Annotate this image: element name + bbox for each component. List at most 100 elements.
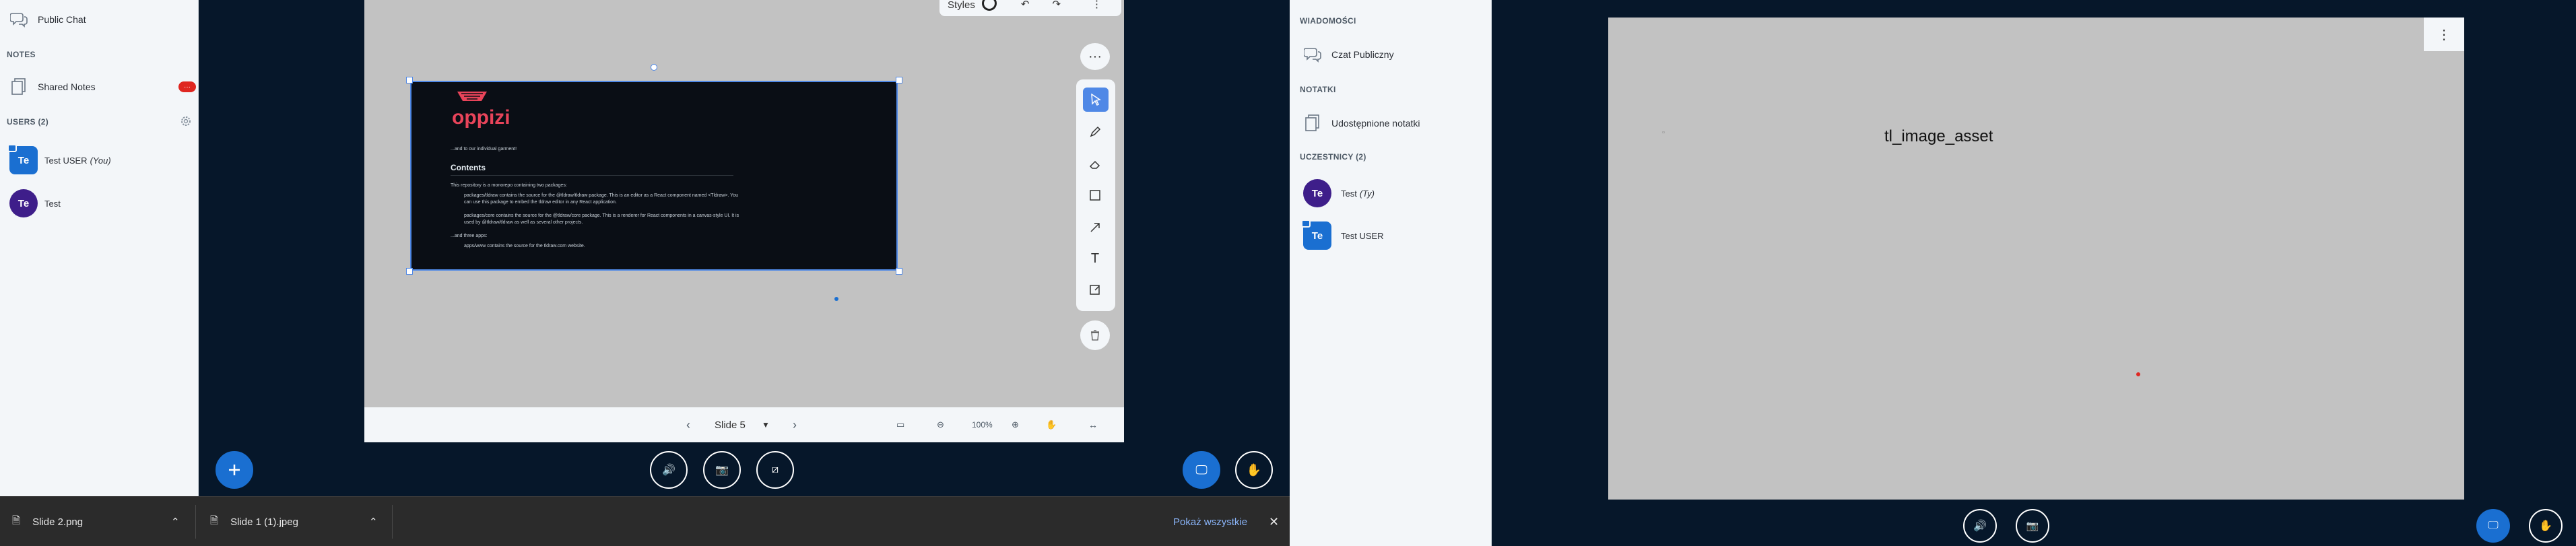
avatar: Te	[1301, 219, 1331, 250]
public-chat-label: Czat Publiczny	[1331, 49, 1394, 60]
avatar: Te	[7, 144, 38, 174]
headphones-icon: 🔊	[1973, 520, 1987, 532]
user-name: Test USER	[44, 155, 88, 166]
slide-image[interactable]: oppizi ...and to our individual garment!…	[410, 81, 898, 271]
slide-bullet: packages/tldraw contains the source for …	[464, 193, 738, 205]
shared-notes-label: Shared Notes	[38, 81, 96, 92]
zoom-level: 100%	[972, 420, 993, 430]
divider	[195, 505, 196, 539]
slide-brand: oppizi	[452, 106, 510, 129]
download-filename: Slide 2.png	[32, 516, 84, 528]
cursor-dot	[2136, 372, 2140, 376]
rectangle-tool-icon[interactable]	[1080, 182, 1110, 209]
resize-handle[interactable]	[896, 268, 902, 275]
user-name: Test USER	[1341, 230, 1384, 241]
chevron-down-icon[interactable]: ▼	[762, 420, 770, 430]
shared-notes-item[interactable]: Udostępnione notatki	[1303, 113, 1485, 133]
undo-icon[interactable]: ↶	[1021, 0, 1030, 10]
presentation-controls: ‹ Slide 5 ▼ › ▭ ⊖ 100% ⊕ ✋ ↔	[364, 407, 1124, 442]
shared-notes-label: Udostępnione notatki	[1331, 118, 1420, 129]
slide-divider	[451, 175, 733, 176]
file-icon: 🗎	[12, 514, 21, 526]
audio-button[interactable]: 🔊	[1963, 509, 1997, 543]
raise-hand-button[interactable]: ✋	[2529, 509, 2563, 543]
rotate-handle[interactable]	[651, 64, 657, 71]
right-sidebar: WIADOMOŚCI Czat Publiczny NOTATKI Udostę…	[1290, 0, 1492, 546]
presentation-icon: 🖵	[1195, 463, 1208, 477]
more-tools-button[interactable]: ···	[1080, 43, 1110, 70]
zoom-out-icon[interactable]: ⊖	[937, 419, 944, 430]
more-menu-icon[interactable]: ⋮	[2424, 18, 2464, 51]
resize-handle[interactable]	[896, 77, 902, 83]
presentation-canvas[interactable]: ▫ tl_image_asset ⋮	[1608, 18, 2464, 500]
pencil-tool-icon[interactable]	[1080, 118, 1110, 145]
shared-notes-item[interactable]: Shared Notes ···	[9, 77, 198, 97]
camera-off-icon: 📷	[2026, 520, 2039, 532]
chevron-up-icon[interactable]: ⌃	[369, 516, 378, 528]
slide-text: ...and three apps:	[451, 234, 488, 238]
zoom-in-icon[interactable]: ⊕	[1012, 419, 1019, 430]
camera-button[interactable]: 📷	[2016, 509, 2049, 543]
trash-icon[interactable]	[1080, 320, 1110, 350]
download-item[interactable]: 🗎 Slide 2.png ⌃	[12, 497, 187, 546]
prev-slide-icon[interactable]: ‹	[686, 418, 690, 432]
slide-bullet: packages/core contains the source for th…	[464, 213, 739, 225]
more-menu-icon[interactable]: ⋮	[1092, 0, 1102, 10]
notes-icon	[9, 77, 28, 96]
raise-hand-button[interactable]: ✋	[1235, 451, 1273, 489]
notes-icon	[1303, 114, 1322, 133]
styles-toolbar: Styles ↶ ↷ ⋮	[939, 0, 1121, 16]
pan-hand-icon[interactable]: ✋	[1046, 419, 1057, 430]
redo-icon[interactable]: ↷	[1052, 0, 1061, 10]
slide-bullet: apps/www contains the source for the tld…	[464, 244, 585, 248]
divider	[392, 505, 393, 539]
presentation-toggle-button[interactable]: 🖵	[2476, 509, 2510, 543]
whiteboard-icon[interactable]: ▭	[896, 419, 904, 430]
next-slide-icon[interactable]: ›	[793, 418, 797, 432]
cursor-dot	[834, 297, 838, 301]
user-list-item[interactable]: Te Test (Ty)	[1303, 177, 1485, 209]
notes-section-header: NOTES	[7, 50, 36, 59]
slide-selector[interactable]: Slide 5	[715, 419, 746, 431]
users-section-header: USERS (2)	[7, 117, 49, 127]
download-filename: Slide 1 (1).jpeg	[230, 516, 298, 528]
screenshare-button[interactable]: ⧄	[756, 451, 794, 489]
broken-image-icon: ▫	[1662, 129, 1665, 137]
user-name: Test	[1341, 188, 1357, 199]
eraser-tool-icon[interactable]	[1080, 151, 1110, 178]
slide-intro-text: ...and to our individual garment!	[451, 147, 517, 151]
resize-handle[interactable]	[406, 268, 413, 275]
hand-icon: ✋	[2539, 520, 2552, 532]
color-swatch-icon[interactable]	[981, 0, 997, 11]
headphones-icon: 🔊	[662, 465, 675, 476]
user-list-item[interactable]: Te Test	[9, 187, 191, 219]
notes-unread-badge: ···	[178, 81, 196, 92]
presentation-toggle-button[interactable]: 🖵	[1183, 451, 1220, 489]
note-tool-icon[interactable]	[1080, 276, 1110, 303]
styles-button[interactable]: Styles	[948, 0, 975, 11]
camera-button[interactable]: 📷	[703, 451, 741, 489]
gear-icon[interactable]	[180, 115, 192, 127]
resize-handle[interactable]	[406, 77, 413, 83]
user-list-item[interactable]: Te Test USER (You)	[7, 144, 191, 176]
add-actions-button[interactable]	[216, 451, 253, 489]
arrow-tool-icon[interactable]	[1080, 214, 1110, 241]
chevron-up-icon[interactable]: ⌃	[171, 516, 180, 528]
audio-button[interactable]: 🔊	[650, 451, 688, 489]
avatar: Te	[9, 189, 38, 217]
text-tool-icon[interactable]: T	[1080, 245, 1110, 272]
presenter-indicator-icon	[1301, 219, 1311, 228]
show-all-link[interactable]: Pokaż wszystkie	[1173, 497, 1247, 546]
select-tool-icon[interactable]	[1083, 88, 1109, 112]
public-chat-item[interactable]: Public Chat	[9, 9, 191, 30]
close-icon[interactable]: ✕	[1269, 497, 1279, 546]
presenter-indicator-icon	[7, 144, 17, 152]
user-list-item[interactable]: Te Test USER	[1301, 219, 1485, 252]
chat-icon	[9, 10, 28, 29]
chat-icon	[1303, 45, 1322, 64]
fit-width-icon[interactable]: ↔	[1088, 419, 1098, 430]
public-chat-item[interactable]: Czat Publiczny	[1303, 44, 1485, 65]
public-chat-label: Public Chat	[38, 14, 86, 25]
left-session-window: Public Chat NOTES Shared Notes ··· USERS…	[0, 0, 1290, 546]
download-item[interactable]: 🗎 Slide 1 (1).jpeg ⌃	[210, 497, 385, 546]
